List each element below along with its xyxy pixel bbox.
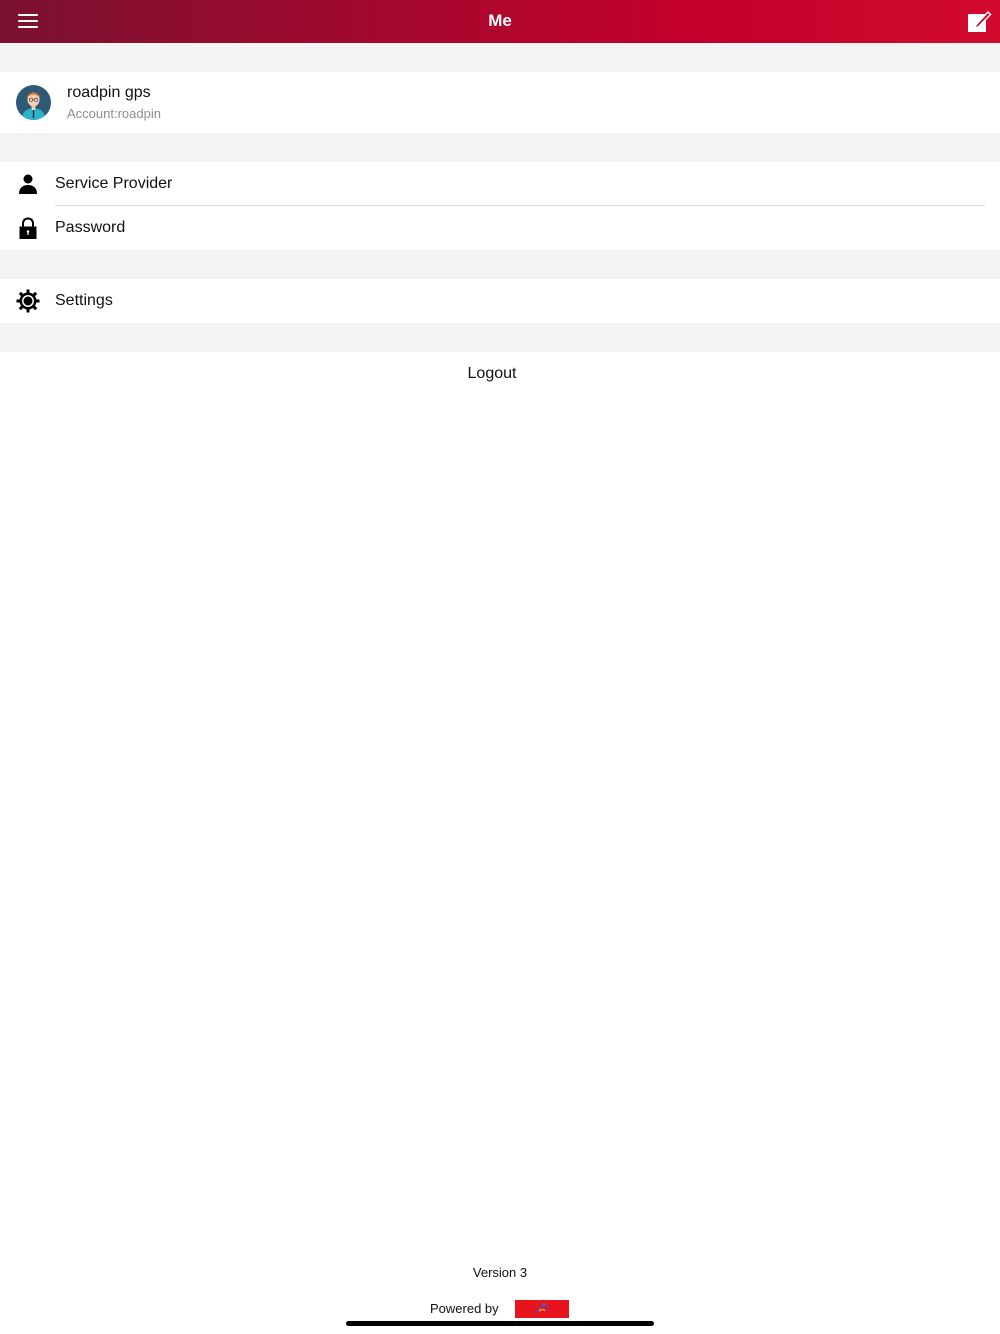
section-gap	[0, 133, 1000, 162]
menu-item-service-provider[interactable]: Service Provider	[0, 162, 1000, 206]
lock-icon	[16, 216, 40, 240]
logout-label: Logout	[467, 365, 517, 382]
person-icon	[16, 172, 40, 196]
menu-item-settings[interactable]: Settings	[0, 279, 1000, 323]
section-gap	[0, 250, 1000, 279]
profile-account: Account:roadpin	[67, 106, 161, 121]
section-gap	[0, 43, 1000, 72]
edit-note-icon	[968, 10, 992, 32]
navigation-bar: Me	[0, 0, 1000, 43]
menu-item-label: Password	[55, 219, 126, 236]
home-indicator	[346, 1321, 654, 1326]
user-avatar-icon	[16, 85, 51, 120]
profile-name: roadpin gps	[67, 84, 151, 101]
menu-item-password[interactable]: Password	[0, 206, 1000, 250]
profile-card[interactable]: roadpin gps Account:roadpin	[0, 72, 1000, 133]
menu-item-label: Settings	[55, 292, 113, 309]
logout-button[interactable]: Logout	[0, 352, 1000, 396]
gear-icon	[16, 289, 40, 313]
powered-by-logo	[515, 1300, 569, 1318]
powered-by-label: Powered by	[430, 1301, 499, 1316]
avatar	[16, 85, 51, 120]
menu-item-label: Service Provider	[55, 175, 173, 192]
page-title: Me	[488, 11, 512, 30]
edit-button[interactable]	[966, 9, 992, 35]
version-label: Version 3	[472, 1265, 528, 1280]
section-gap	[0, 323, 1000, 352]
